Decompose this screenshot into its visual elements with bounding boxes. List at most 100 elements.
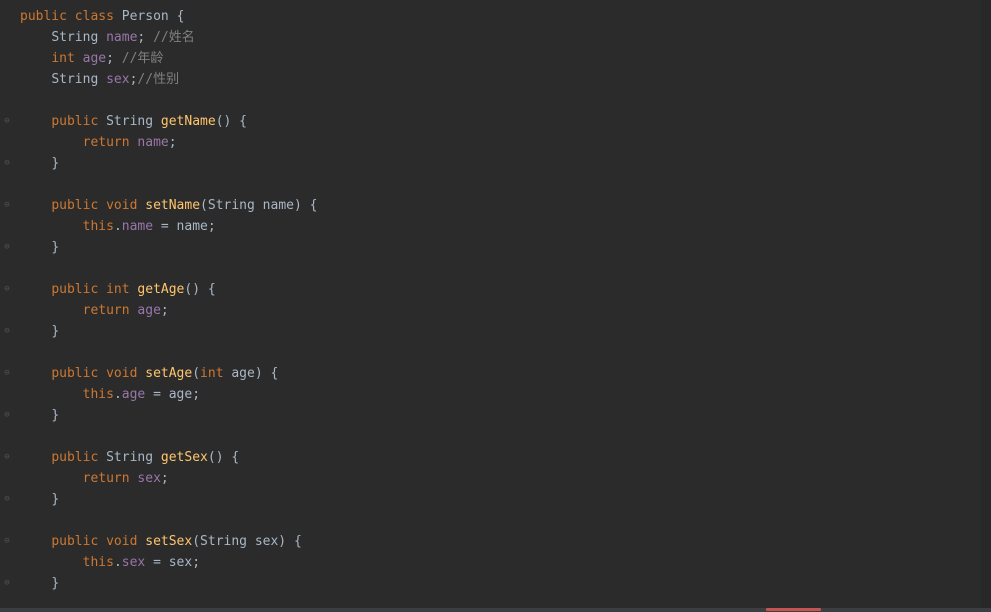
token-kw: this [83, 387, 114, 402]
code-line[interactable]: } [20, 321, 991, 342]
code-line[interactable]: public void setName(String name) { [20, 195, 991, 216]
code-line[interactable]: return sex; [20, 468, 991, 489]
code-line[interactable] [20, 510, 991, 531]
code-line[interactable]: String sex;//性别 [20, 69, 991, 90]
code-line[interactable]: } [20, 573, 991, 594]
token-punct: } [51, 156, 59, 171]
token-punct: = name; [153, 219, 216, 234]
token-punct: . [114, 387, 122, 402]
token-kw: int [106, 282, 137, 297]
gutter-fold-mark [0, 27, 14, 48]
code-line[interactable]: } [20, 489, 991, 510]
token-type: String [106, 114, 161, 129]
token-comment: //姓名 [153, 30, 195, 45]
token-punct: (String name) { [200, 198, 317, 213]
token-field: age [137, 303, 160, 318]
gutter-fold-mark [0, 384, 14, 405]
gutter-fold-mark[interactable]: ⊖ [0, 321, 14, 342]
token-kw: void [106, 534, 145, 549]
gutter-fold-mark [0, 426, 14, 447]
gutter-fold-mark [0, 258, 14, 279]
code-line[interactable]: this.sex = sex; [20, 552, 991, 573]
token-punct: () { [184, 282, 215, 297]
gutter-fold-mark [0, 300, 14, 321]
gutter-fold-mark [0, 69, 14, 90]
token-punct: } [51, 240, 59, 255]
gutter-fold-mark [0, 468, 14, 489]
token-comment: //年龄 [122, 51, 164, 66]
gutter-fold-mark[interactable]: ⊖ [0, 531, 14, 552]
token-method: getAge [137, 282, 184, 297]
token-field: name [137, 135, 168, 150]
token-field: age [83, 51, 106, 66]
code-line[interactable]: public void setSex(String sex) { [20, 531, 991, 552]
token-field: name [106, 30, 137, 45]
gutter-fold-mark[interactable]: ⊖ [0, 279, 14, 300]
token-punct: ; [161, 471, 169, 486]
token-method: getName [161, 114, 216, 129]
bottom-bar [0, 608, 991, 612]
code-line[interactable]: return name; [20, 132, 991, 153]
code-line[interactable] [20, 258, 991, 279]
gutter-fold-mark [0, 48, 14, 69]
code-area[interactable]: public class Person { String name; //姓名 … [14, 0, 991, 612]
gutter-fold-mark[interactable]: ⊖ [0, 363, 14, 384]
gutter: ⊖ ⊖ ⊖ ⊖ ⊖ ⊖ ⊖ ⊖ ⊖ ⊖ ⊖ ⊖ [0, 0, 14, 612]
gutter-fold-mark[interactable]: ⊖ [0, 573, 14, 594]
gutter-fold-mark [0, 90, 14, 111]
token-type: String [51, 30, 106, 45]
gutter-fold-mark[interactable]: ⊖ [0, 237, 14, 258]
token-punct: ; [169, 135, 177, 150]
token-kw: return [83, 303, 138, 318]
code-line[interactable]: public void setAge(int age) { [20, 363, 991, 384]
token-kw: public [51, 450, 106, 465]
token-comment: //性别 [137, 72, 179, 87]
code-line[interactable]: this.age = age; [20, 384, 991, 405]
gutter-fold-mark [0, 510, 14, 531]
code-line[interactable]: int age; //年龄 [20, 48, 991, 69]
token-punct: age) { [231, 366, 278, 381]
code-line[interactable]: public String getSex() { [20, 447, 991, 468]
token-kw: void [106, 366, 145, 381]
code-line[interactable] [20, 174, 991, 195]
gutter-fold-mark[interactable]: ⊖ [0, 447, 14, 468]
gutter-fold-mark [0, 174, 14, 195]
token-punct: = age; [145, 387, 200, 402]
scrollbar-vertical[interactable] [981, 0, 991, 612]
code-line[interactable]: public String getName() { [20, 111, 991, 132]
code-line[interactable]: this.name = name; [20, 216, 991, 237]
code-line[interactable] [20, 426, 991, 447]
token-punct: . [114, 555, 122, 570]
token-punct: } [51, 492, 59, 507]
gutter-fold-mark[interactable]: ⊖ [0, 405, 14, 426]
token-punct: { [177, 9, 185, 24]
token-punct: ; [161, 303, 169, 318]
code-line[interactable]: } [20, 237, 991, 258]
token-method: setSex [145, 534, 192, 549]
code-line[interactable]: } [20, 153, 991, 174]
gutter-fold-mark[interactable]: ⊖ [0, 111, 14, 132]
gutter-fold-mark[interactable]: ⊖ [0, 195, 14, 216]
code-line[interactable] [20, 342, 991, 363]
code-line[interactable]: String name; //姓名 [20, 27, 991, 48]
token-field: sex [137, 471, 160, 486]
token-punct: () { [216, 114, 247, 129]
token-kw: public [51, 534, 106, 549]
token-kw: void [106, 198, 145, 213]
token-kw: this [83, 219, 114, 234]
token-kw: public [51, 282, 106, 297]
token-field: age [122, 387, 145, 402]
code-line[interactable]: public int getAge() { [20, 279, 991, 300]
token-punct: ; [137, 30, 153, 45]
code-editor[interactable]: ⊖ ⊖ ⊖ ⊖ ⊖ ⊖ ⊖ ⊖ ⊖ ⊖ ⊖ ⊖ public class Person { Strin… [0, 0, 991, 612]
code-line[interactable]: } [20, 405, 991, 426]
token-method: setAge [145, 366, 192, 381]
code-line[interactable]: return age; [20, 300, 991, 321]
gutter-fold-mark[interactable]: ⊖ [0, 153, 14, 174]
gutter-fold-mark [0, 552, 14, 573]
gutter-fold-mark[interactable]: ⊖ [0, 489, 14, 510]
code-line[interactable]: public class Person { [20, 6, 991, 27]
token-method: setName [145, 198, 200, 213]
code-line[interactable] [20, 90, 991, 111]
token-kw: public [51, 198, 106, 213]
